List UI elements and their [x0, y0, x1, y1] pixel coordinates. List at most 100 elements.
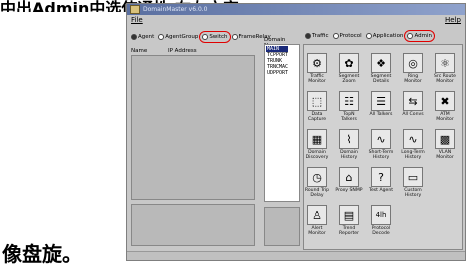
domain-list[interactable]: MAIN TCPPORT TRUNK TRNCMAC UDPPORT [264, 44, 300, 202]
tool-label: Alert Monitor [308, 226, 326, 237]
menu-bar: File Help [127, 15, 465, 25]
right-radio-admin[interactable]: Admin [404, 30, 435, 42]
radio-dot-icon [305, 33, 311, 39]
tool-label: VLAN Monitor [436, 150, 454, 161]
left-panel: Agent AgentGroup Switch FrameRelay Name IP … [130, 27, 271, 249]
left-radio-agent[interactable]: Agent [131, 34, 154, 40]
radio-label: Agent [138, 34, 155, 40]
menu-file[interactable]: File [131, 16, 143, 24]
tool-label: Protocol Decode [371, 226, 391, 237]
tool-all-talkers-button[interactable]: ☰ All Talkers [367, 91, 395, 127]
proxy-snmp-icon: ⌂ [339, 167, 359, 187]
segment-details-icon: ❖ [371, 53, 391, 73]
radio-label: Switch [209, 34, 228, 40]
left-radio-agentgroup[interactable]: AgentGroup [158, 34, 198, 40]
radio-dot-icon [202, 34, 209, 40]
trend-reporter-icon: ▤ [339, 205, 359, 225]
tool-label: Ring Monitor [404, 74, 422, 85]
data-capture-icon: ⬚ [307, 91, 327, 111]
round-trip-delay-icon: ◷ [307, 167, 327, 187]
tool-label: Src Route Monitor [433, 74, 457, 85]
domain-discovery-icon: ▦ [307, 129, 327, 149]
all-talkers-icon: ☰ [371, 91, 391, 111]
app-window: DomainMaster v6.0.0 File Help Agent Agent… [126, 3, 466, 261]
test-agent-icon: ? [371, 167, 391, 187]
tool-topn-talkers-button[interactable]: ☷ TopN Talkers [335, 91, 363, 127]
radio-label: Traffic [312, 33, 329, 39]
tool-atm-monitor-button[interactable]: ✖ ATM Monitor [431, 91, 459, 127]
tool-label: Segment Details [370, 74, 392, 85]
short-term-history-icon: ∿ [371, 129, 391, 149]
tool-label: Segment Zoom [338, 74, 360, 85]
all-convs-icon: ⇆ [403, 91, 423, 111]
tool-label: Long-Term History [401, 150, 425, 161]
tool-label: Proxy SNMP [335, 188, 363, 193]
status-bar [127, 251, 465, 260]
tool-alert-monitor-button[interactable]: ♙ Alert Monitor [303, 205, 331, 241]
tool-trend-reporter-button[interactable]: ▤ Trend Reporter [335, 205, 363, 241]
domain-panel: Domain Name MAINTCPPORTTRUNKTRNCMACUDPPO… [263, 27, 301, 249]
tool-vlan-monitor-button[interactable]: ▩ VLAN Monitor [431, 129, 459, 165]
right-radio-protocol[interactable]: Protocol [332, 33, 362, 39]
object-type-radio-group: Agent AgentGroup Switch FrameRelay [131, 31, 271, 43]
radio-label: Admin [414, 33, 432, 39]
protocol-decode-icon: 4lh [371, 205, 391, 225]
tool-proxy-snmp-button[interactable]: ⌂ Proxy SNMP [335, 167, 363, 203]
radio-label: AgentGroup [165, 34, 199, 40]
tool-traffic-monitor-button[interactable]: ⚙ Traffic Monitor [303, 53, 331, 89]
tool-domain-history-button[interactable]: ⌇ Domain History [335, 129, 363, 165]
radio-dot-icon [332, 33, 339, 39]
radio-dot-icon [158, 34, 165, 40]
alert-monitor-icon: ♙ [307, 205, 327, 225]
segment-zoom-icon: ✿ [339, 53, 359, 73]
atm-monitor-icon: ✖ [435, 91, 455, 111]
tool-label: Short-Term History [368, 150, 394, 161]
right-radio-traffic[interactable]: Traffic [305, 33, 329, 39]
window-titlebar[interactable]: DomainMaster v6.0.0 [127, 4, 465, 15]
radio-label: Application [372, 33, 404, 39]
tool-long-term-history-button[interactable]: ∿ Long-Term History [399, 129, 427, 165]
ring-monitor-icon: ◎ [403, 53, 423, 73]
tool-test-agent-button[interactable]: ? Test Agent [367, 167, 395, 203]
column-header-ip-address: IP Address [168, 48, 197, 54]
tool-label: All Convs [402, 112, 424, 117]
domain-history-icon: ⌇ [339, 129, 359, 149]
tool-protocol-decode-button[interactable]: 4lh Protocol Decode [367, 205, 395, 241]
window-title: DomainMaster v6.0.0 [143, 6, 208, 13]
radio-dot-icon [407, 33, 414, 39]
custom-history-icon: ▭ [403, 167, 423, 187]
tool-label: ATM Monitor [436, 112, 454, 123]
domain-list-item[interactable]: UDPPORT [266, 70, 288, 76]
right-radio-application[interactable]: Application [365, 33, 404, 39]
tool-domain-discovery-button[interactable]: ▦ Domain Discovery [303, 129, 331, 165]
tool-all-convs-button[interactable]: ⇆ All Convs [399, 91, 427, 127]
tool-short-term-history-button[interactable]: ∿ Short-Term History [367, 129, 395, 165]
long-term-history-icon: ∿ [403, 129, 423, 149]
tool-segment-zoom-button[interactable]: ✿ Segment Zoom [335, 53, 363, 89]
agent-list[interactable] [131, 55, 255, 200]
tool-custom-history-button[interactable]: ▭ Custom History [399, 167, 427, 203]
tool-round-trip-delay-button[interactable]: ◷ Round Trip Delay [303, 167, 331, 203]
tool-label: Traffic Monitor [308, 74, 326, 85]
radio-dot-icon [131, 34, 137, 40]
column-header-name: Name [131, 48, 148, 54]
left-radio-switch[interactable]: Switch [199, 31, 231, 43]
tool-label: Data Capture [307, 112, 327, 123]
vlan-monitor-icon: ▩ [435, 129, 455, 149]
tool-data-capture-button[interactable]: ⬚ Data Capture [303, 91, 331, 127]
agent-details-panel [131, 204, 255, 246]
tool-segment-details-button[interactable]: ❖ Segment Details [367, 53, 395, 89]
tool-label: Domain Discovery [305, 150, 329, 161]
menu-help[interactable]: Help [445, 16, 461, 24]
tool-category-radio-group: Traffic Protocol Application Admin [305, 30, 435, 42]
tool-src-route-monitor-button[interactable]: ⚛ Src Route Monitor [431, 53, 459, 89]
tool-label: Domain History [340, 150, 358, 161]
tool-label: All Talkers [369, 112, 393, 117]
tool-ring-monitor-button[interactable]: ◎ Ring Monitor [399, 53, 427, 89]
tool-label: Round Trip Delay [304, 188, 330, 199]
app-icon [130, 5, 140, 14]
tool-label: Trend Reporter [339, 226, 359, 237]
radio-label: Protocol [339, 33, 362, 39]
tool-label: Custom History [404, 188, 422, 199]
src-route-monitor-icon: ⚛ [435, 53, 455, 73]
